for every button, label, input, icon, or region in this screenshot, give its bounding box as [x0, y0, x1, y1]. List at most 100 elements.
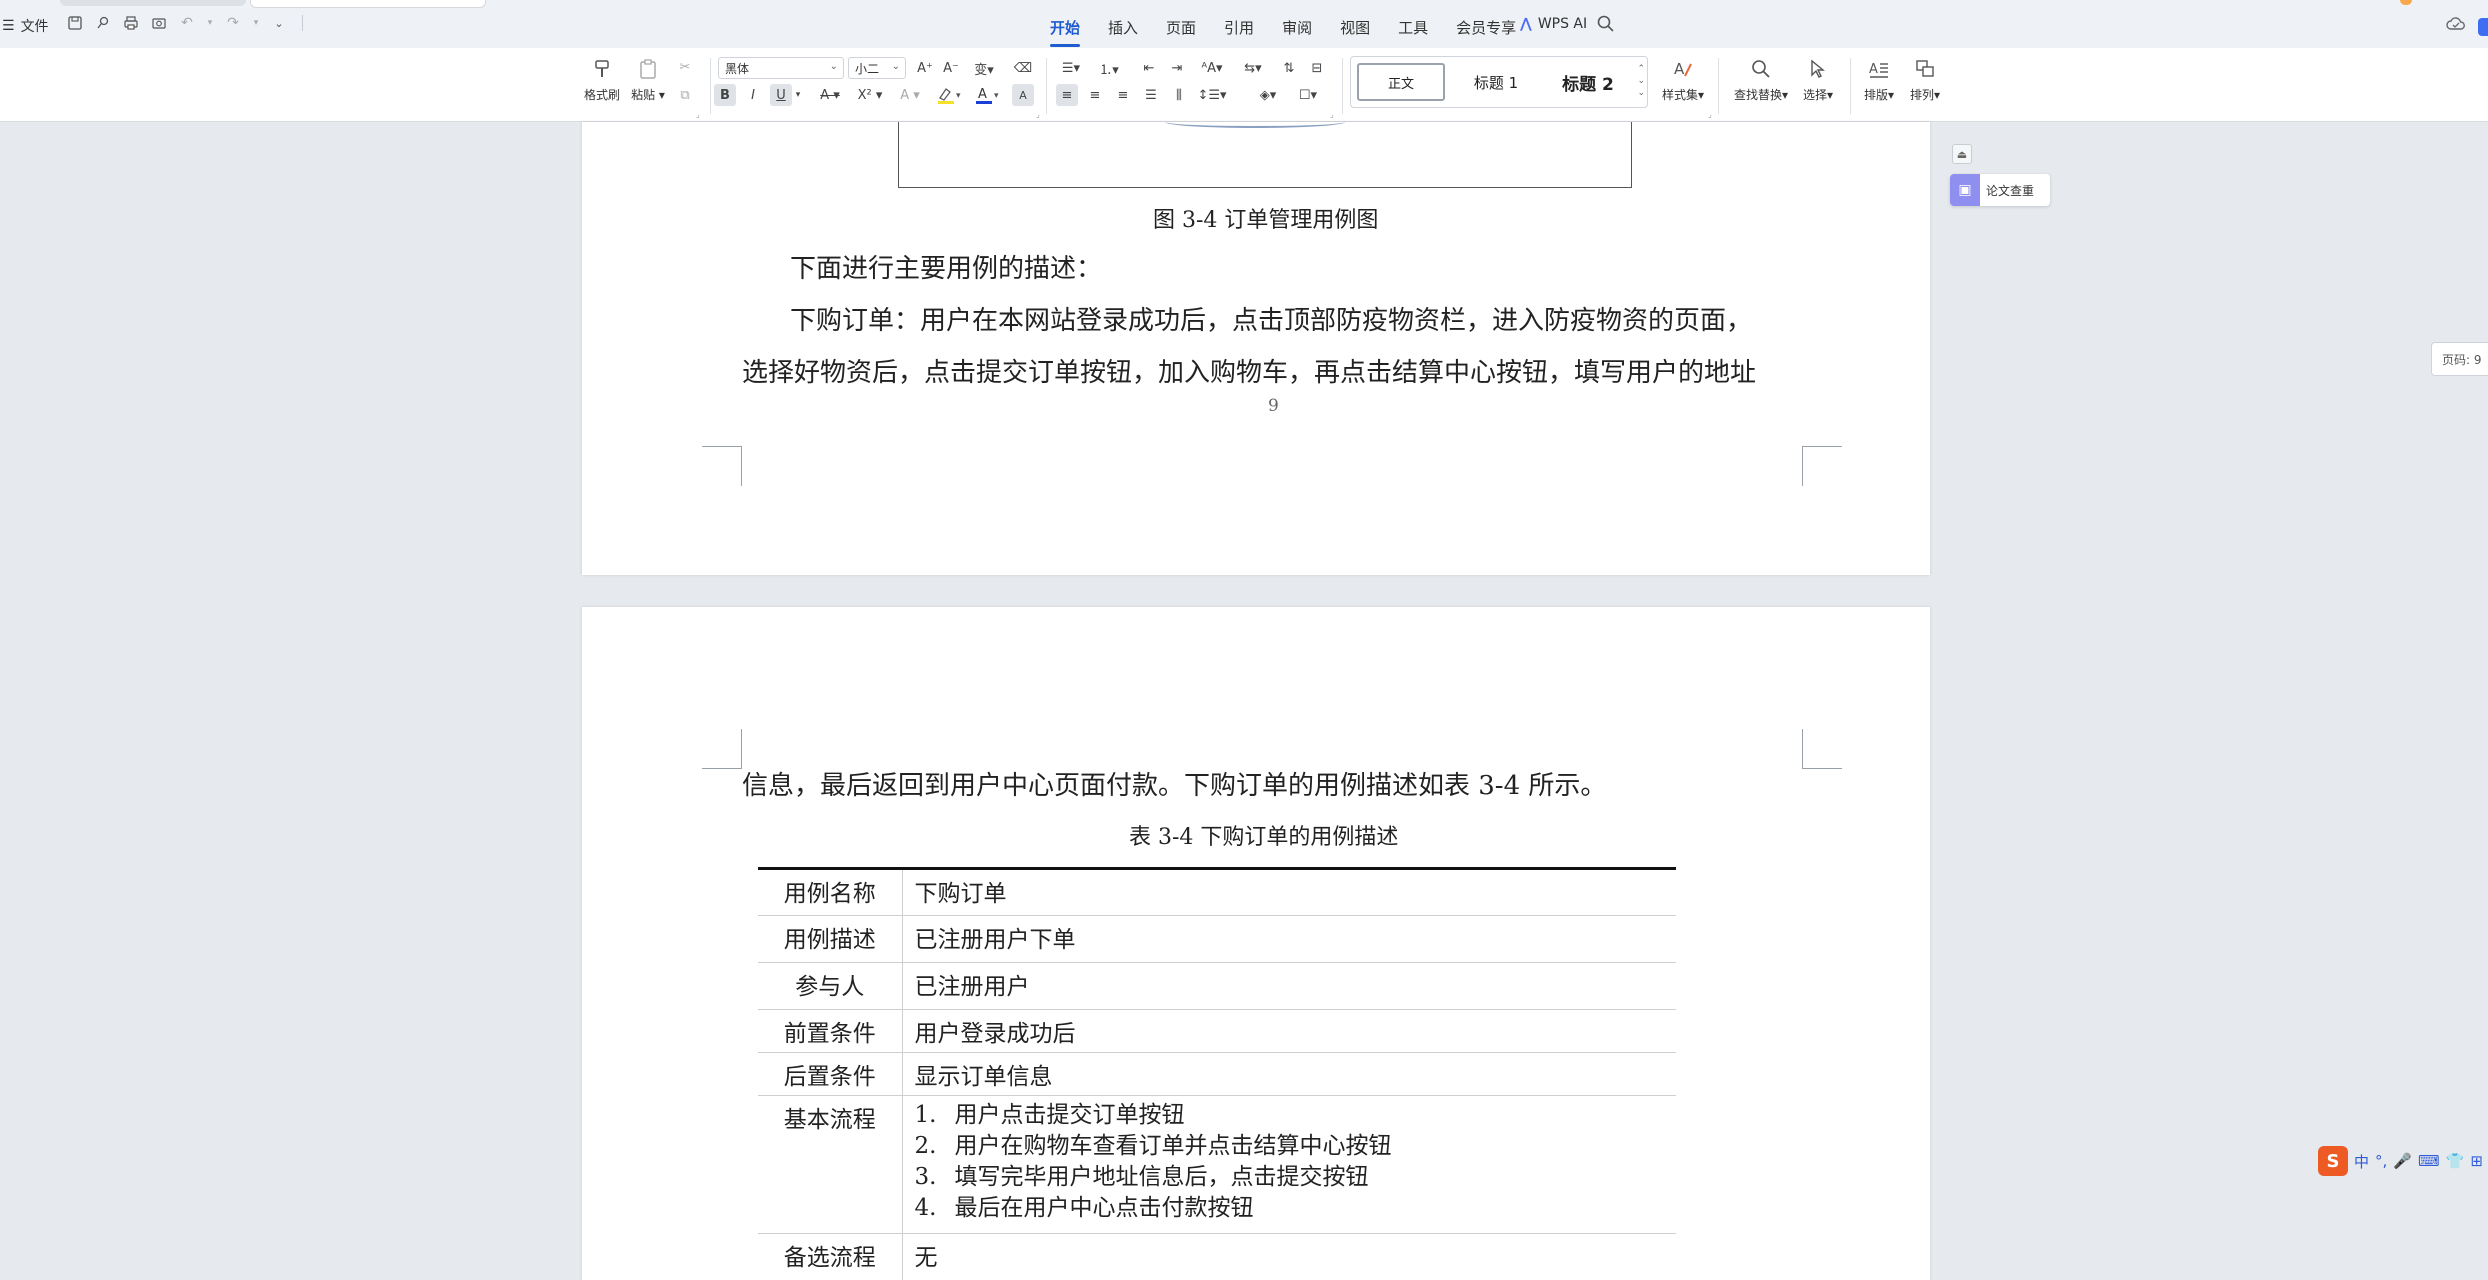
use-case-table[interactable]: 用例名称 下购订单 用例描述 已注册用户下单 参与人 已注册用户 前置条件 用户… [758, 867, 1676, 1280]
tab-references[interactable]: 引用 [1210, 13, 1268, 42]
print-preview-icon[interactable] [150, 14, 168, 32]
redo-icon[interactable]: ↷ [224, 14, 242, 32]
layout-button[interactable]: A 排版▾ [1858, 56, 1900, 103]
grow-font-icon[interactable]: A⁺ [914, 57, 936, 79]
redo-dropdown-icon[interactable]: ▾ [252, 14, 260, 32]
text-effect-icon[interactable]: A ▾ [894, 84, 926, 106]
tab-view[interactable]: 视图 [1326, 13, 1384, 42]
borders-icon[interactable]: ☐▾ [1292, 84, 1324, 106]
table-value-cell[interactable]: 显示订单信息 [902, 1052, 1676, 1096]
sogou-ime-icon[interactable]: S [2318, 1146, 2348, 1176]
shrink-font-icon[interactable]: A⁻ [940, 57, 962, 79]
paste-button[interactable]: 粘贴 ▾ [626, 56, 670, 103]
toolbox-icon[interactable]: ⊞ [2470, 1152, 2483, 1170]
wps-ai-button[interactable]: ⋀ WPS AI [1520, 16, 1587, 32]
table-value-cell[interactable]: 用户登录成功后 [902, 1009, 1676, 1053]
line-spacing-icon[interactable]: ↕☰▾ [1196, 84, 1228, 106]
paper-check-button[interactable]: ▣ 论文查重 [1950, 174, 2050, 206]
font-color-icon[interactable]: A ▾ [972, 84, 1004, 106]
share-icon[interactable] [94, 14, 112, 32]
text-direction-icon[interactable]: ⇆▾ [1238, 57, 1268, 79]
superscript-icon[interactable]: X² ▾ [854, 84, 886, 106]
table-key-cell[interactable]: 用例描述 [758, 915, 903, 963]
table-key-cell[interactable]: 基本流程 [758, 1095, 903, 1234]
customize-toolbar-icon[interactable]: ⌄ [270, 14, 288, 32]
punctuation-icon[interactable]: °, [2375, 1152, 2387, 1170]
file-menu[interactable]: ☰ 文件 [2, 16, 49, 36]
italic-icon[interactable]: I [742, 84, 764, 106]
highlight-icon[interactable]: ▾ [934, 84, 966, 106]
table-value-cell[interactable]: 已注册用户 [902, 962, 1676, 1010]
clear-format-icon[interactable]: ⌫ [1012, 57, 1034, 79]
table-value-cell[interactable]: 下购订单 [902, 867, 1676, 916]
table-key-cell[interactable]: 备选流程 [758, 1233, 903, 1280]
style-set-button[interactable]: A 样式集▾ [1658, 56, 1708, 103]
phonetic-guide-icon[interactable]: 变▾ [968, 57, 1000, 79]
account-badge[interactable] [2478, 18, 2488, 36]
format-painter-button[interactable]: 格式刷 [580, 56, 624, 103]
skin-icon[interactable]: 👕 [2446, 1152, 2465, 1170]
ime-mode-label[interactable]: 中 [2354, 1151, 2369, 1172]
find-replace-button[interactable]: 查找替换▾ [1730, 56, 1792, 103]
style-heading-2[interactable]: 标题 2 [1543, 63, 1633, 101]
cloud-sync-icon[interactable] [2446, 16, 2466, 32]
copy-icon[interactable]: ⧉ [674, 84, 696, 106]
keyboard-icon[interactable]: ⌨ [2418, 1152, 2440, 1170]
font-name-select[interactable]: 黑体 ⌄ [718, 57, 844, 79]
collapse-panel-button[interactable]: ⏏ [1952, 144, 1972, 164]
table-value-cell[interactable]: 无 [902, 1233, 1676, 1280]
arrange-button[interactable]: 排列▾ [1904, 56, 1946, 103]
undo-icon[interactable]: ↶ [178, 14, 196, 32]
tab-home[interactable]: 开始 [1036, 13, 1094, 47]
align-left-icon[interactable]: ≡ [1056, 84, 1078, 106]
tab-insert[interactable]: 插入 [1094, 13, 1152, 42]
strikethrough-icon[interactable]: A ▾ [814, 84, 846, 106]
tab-member[interactable]: 会员专享 [1442, 13, 1530, 42]
input-method-toolbar[interactable]: S 中 °, 🎤 ⌨ 👕 ⊞ [2318, 1146, 2483, 1176]
align-right-icon[interactable]: ≡ [1112, 84, 1134, 106]
page-indicator[interactable]: 页码: 9 [2431, 342, 2488, 376]
print-icon[interactable] [122, 14, 140, 32]
shading-icon[interactable]: ◈▾ [1252, 84, 1284, 106]
char-shading-icon[interactable]: A [1012, 84, 1034, 106]
justify-icon[interactable]: ☰ [1140, 84, 1162, 106]
chinese-layout-icon[interactable]: ᴬA▾ [1196, 57, 1228, 79]
tab-review[interactable]: 审阅 [1268, 13, 1326, 42]
table-key-cell[interactable]: 前置条件 [758, 1009, 903, 1053]
doc-tab-inactive[interactable] [60, 0, 246, 6]
bold-icon[interactable]: B [714, 84, 736, 106]
align-center-icon[interactable]: ≡ [1084, 84, 1106, 106]
styles-dialog-icon[interactable]: ⌟ [1708, 110, 1712, 119]
table-value-cell[interactable]: 1. 用户点击提交订单按钮 2. 用户在购物车查看订单并点击结算中心按钮 3. 填写完… [902, 1095, 1676, 1234]
style-heading-1[interactable]: 标题 1 [1451, 63, 1541, 101]
bullet-list-icon[interactable]: ☰▾ [1056, 57, 1086, 79]
cut-icon[interactable]: ✂ [674, 56, 696, 78]
undo-dropdown-icon[interactable]: ▾ [206, 14, 214, 32]
select-button[interactable]: 选择▾ [1796, 56, 1840, 103]
distribute-icon[interactable]: ⫼ [1168, 84, 1190, 106]
clipboard-dialog-icon[interactable]: ⌟ [696, 110, 700, 119]
underline-dropdown-icon[interactable]: ▾ [792, 84, 804, 106]
sort-icon[interactable]: ⇅ [1278, 57, 1300, 79]
microphone-icon[interactable]: 🎤 [2393, 1152, 2412, 1170]
style-normal[interactable]: 正文 [1357, 63, 1445, 101]
table-key-cell[interactable]: 后置条件 [758, 1052, 903, 1096]
numbered-list-icon[interactable]: ⒈▾ [1094, 57, 1124, 79]
underline-icon[interactable]: U [770, 84, 792, 106]
search-icon[interactable] [1596, 14, 1616, 34]
save-icon[interactable] [66, 14, 84, 32]
figure-frame[interactable] [898, 122, 1632, 188]
tab-page[interactable]: 页面 [1152, 13, 1210, 42]
document-page[interactable]: 信息，最后返回到用户中心页面付款。下购订单的用例描述如表 3-4 所示。 表 3… [582, 607, 1930, 1280]
increase-indent-icon[interactable]: ⇥ [1166, 57, 1188, 79]
table-key-cell[interactable]: 参与人 [758, 962, 903, 1010]
tab-tools[interactable]: 工具 [1384, 13, 1442, 42]
font-size-select[interactable]: 小二 ⌄ [848, 57, 906, 79]
style-gallery-scroll-icon[interactable]: ⌃ ⌄ ⌄ [1637, 63, 1645, 99]
table-value-cell[interactable]: 已注册用户下单 [902, 915, 1676, 963]
font-dialog-icon[interactable]: ⌟ [1036, 110, 1040, 119]
doc-tab-active[interactable] [250, 0, 486, 8]
document-page[interactable]: 图 3-4 订单管理用例图 下面进行主要用例的描述： 下购订单：用户在本网站登录… [582, 122, 1930, 575]
table-key-cell[interactable]: 用例名称 [758, 867, 903, 916]
decrease-indent-icon[interactable]: ⇤ [1138, 57, 1160, 79]
